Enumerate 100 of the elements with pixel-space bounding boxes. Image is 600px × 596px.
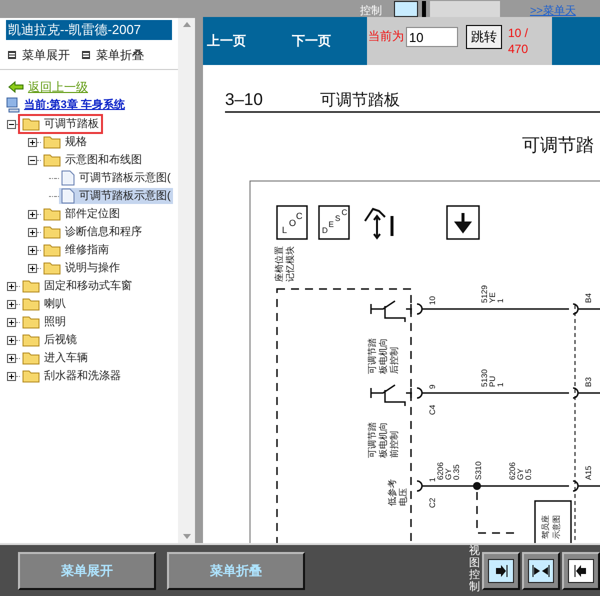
switch-symbol (370, 384, 413, 407)
back-arrow-icon (8, 81, 24, 93)
tree-item[interactable]: 刮水器和洗涤器 (20, 368, 123, 384)
list-icon (82, 50, 90, 58)
tree-item[interactable]: 说明与操作 (41, 260, 122, 276)
split-view-button[interactable] (522, 552, 560, 590)
circuit-label: 0.35 (452, 464, 461, 480)
tree-item[interactable]: 固定和移动式车窗 (20, 278, 134, 294)
document-icon (61, 188, 75, 204)
tree-item[interactable]: 部件定位图 (41, 206, 122, 222)
expand-icon[interactable] (28, 210, 37, 218)
folder-icon (43, 207, 61, 221)
view-control-label: 视图控制 (469, 545, 480, 594)
service-tool-icon (364, 208, 394, 240)
section-number: 3–10 (225, 90, 263, 109)
tree-item[interactable]: 后视镜 (20, 332, 79, 348)
reference-box-label: 示意图 (552, 515, 561, 539)
module-label: 座椅位置 (274, 246, 284, 282)
folder-icon (22, 279, 40, 293)
page-input[interactable]: 10 (406, 27, 458, 47)
double-arrow-icon (532, 564, 550, 576)
pin-label: 10 (428, 296, 437, 305)
expand-view-button[interactable] (482, 552, 520, 590)
next-page-button[interactable]: 下一页 (292, 31, 331, 51)
folder-icon (43, 225, 61, 239)
splice-label: S310 (474, 461, 483, 480)
expand-icon[interactable] (7, 354, 16, 362)
folder-icon (22, 297, 40, 311)
menu-action[interactable]: 菜单折叠 (82, 46, 144, 64)
tree-item[interactable]: 进入车辆 (20, 350, 90, 366)
expand-icon[interactable] (7, 282, 16, 290)
reference-box-label: 驾员座 (541, 515, 550, 539)
folder-icon (22, 315, 40, 329)
desc-symbol: D E S C (318, 205, 350, 240)
module-label: 记忆模块 (285, 246, 295, 282)
switch-symbol (370, 300, 413, 323)
view-toggle-icon[interactable] (394, 1, 418, 17)
tree-item[interactable]: 规格 (41, 134, 89, 150)
circuit-label: PU (488, 376, 497, 387)
expand-icon[interactable] (28, 246, 37, 254)
folder-icon (22, 351, 40, 365)
circuit-label: GY (516, 468, 525, 480)
current-page-label: 当前为 (368, 29, 404, 44)
circuit-label: 1 (496, 298, 505, 303)
folder-icon (43, 153, 61, 167)
circuit-label: GY (444, 468, 453, 480)
switch-label: 前控制 (389, 431, 399, 458)
tree-item[interactable]: 可调节踏板示意图( (59, 188, 173, 204)
expand-icon[interactable] (28, 264, 37, 272)
circuit-label: 5130 (480, 369, 489, 387)
pin-label: 9 (428, 384, 437, 389)
folder-icon (43, 243, 61, 257)
jump-button[interactable]: 跳转 (466, 25, 502, 49)
circuit-label: 6206 (436, 462, 445, 480)
tree-item[interactable]: 示意图和布线图 (41, 152, 144, 168)
folder-icon (22, 333, 40, 347)
tree-item[interactable]: 诊断信息和程序 (41, 224, 144, 240)
circuit-label: 6206 (508, 462, 517, 480)
tree-item[interactable]: 可调节踏板示意图( (59, 170, 173, 186)
tree-item[interactable]: 喇叭 (20, 296, 68, 312)
switch-label: 板电机向 (378, 338, 388, 374)
circuit-label: 0.5 (524, 468, 533, 480)
folder-icon (22, 117, 40, 131)
expand-icon[interactable] (7, 318, 16, 326)
left-arrow-icon (574, 564, 588, 576)
collapse-icon[interactable] (7, 120, 16, 128)
computer-icon (6, 97, 20, 113)
expand-icon[interactable] (28, 138, 37, 146)
document-icon (61, 170, 75, 186)
expand-icon[interactable] (7, 372, 16, 380)
loc-symbol: L O C (276, 205, 308, 240)
folder-icon (43, 135, 61, 149)
circuit-label: 1 (496, 382, 505, 387)
collapse-view-button[interactable] (562, 552, 600, 590)
page-count: 10 / 470 (508, 25, 530, 57)
expand-icon[interactable] (28, 228, 37, 236)
folder-icon (22, 369, 40, 383)
collapse-icon[interactable] (28, 156, 37, 164)
pin-label: A15 (584, 466, 593, 480)
switch-label: 后控制 (389, 347, 399, 374)
tree-item[interactable]: 照明 (20, 314, 68, 330)
diagram-title: 可调节踏 (522, 135, 594, 155)
pin-label: B3 (584, 377, 593, 387)
current-chapter: 当前:第3章 车身系统 (24, 98, 125, 113)
right-arrow-icon (494, 564, 508, 576)
connector-label: C4 (428, 404, 437, 415)
menu-action[interactable]: 菜单展开 (8, 46, 70, 64)
circuit-label: YE (488, 292, 497, 303)
previous-page-button[interactable]: 上一页 (207, 31, 246, 51)
pin-label: B4 (584, 293, 593, 303)
photo-placeholder (430, 1, 500, 17)
circuit-label: 5129 (480, 285, 489, 303)
switch-label: 可调节踏 (367, 422, 377, 458)
tree-item[interactable]: 可调节踏板 (20, 116, 101, 132)
switch-label: 板电机向 (378, 422, 388, 458)
section-heading: 可调节踏板 (320, 92, 400, 109)
tree-item[interactable]: 维修指南 (41, 242, 111, 258)
expand-icon[interactable] (7, 336, 16, 344)
expand-icon[interactable] (7, 300, 16, 308)
reference-label: 电压 (398, 488, 408, 506)
